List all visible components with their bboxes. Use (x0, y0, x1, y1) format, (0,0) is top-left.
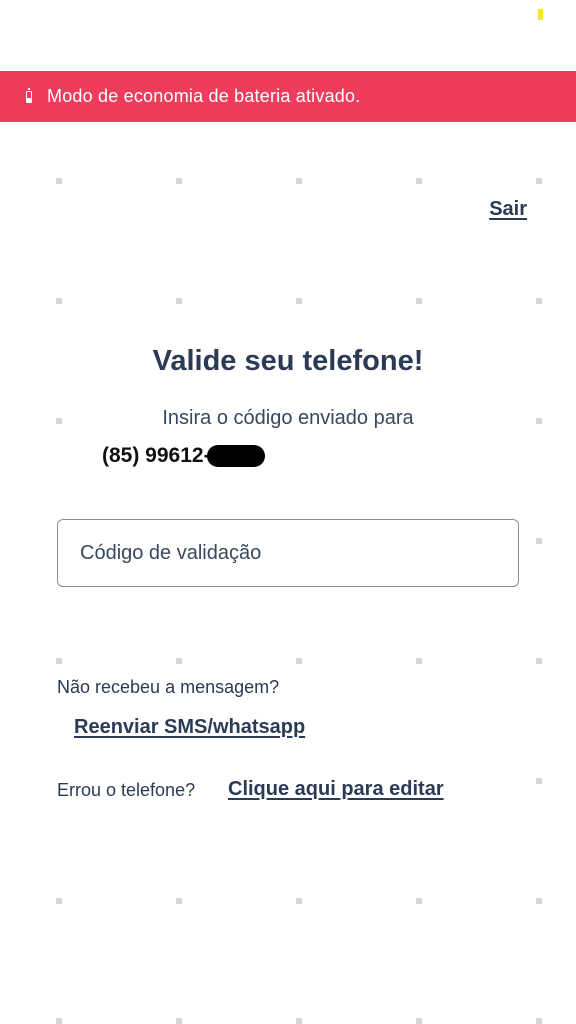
battery-saver-banner: Modo de economia de bateria ativado. (0, 71, 576, 122)
page-title: Valide seu telefone! (152, 345, 424, 377)
phone-number: (85) 99612- (102, 444, 211, 467)
wrong-phone-text: Errou o telefone? (57, 780, 196, 800)
status-indicator (538, 9, 543, 20)
validation-code-input[interactable] (57, 519, 519, 587)
no-message-text: Não recebeu a mensagem? (57, 677, 280, 697)
instruction-text: Insira o código enviado para (162, 407, 414, 429)
redaction-mark (206, 445, 265, 467)
banner-text: Modo de economia de bateria ativado. (47, 86, 361, 106)
edit-phone-link[interactable]: Clique aqui para editar (228, 778, 444, 801)
logout-link[interactable]: Sair (489, 198, 527, 221)
battery-icon (26, 87, 32, 103)
resend-sms-whatsapp-link[interactable]: Reenviar SMS/whatsapp (74, 716, 305, 739)
phone-number-row: (85) 99612- (102, 444, 265, 468)
